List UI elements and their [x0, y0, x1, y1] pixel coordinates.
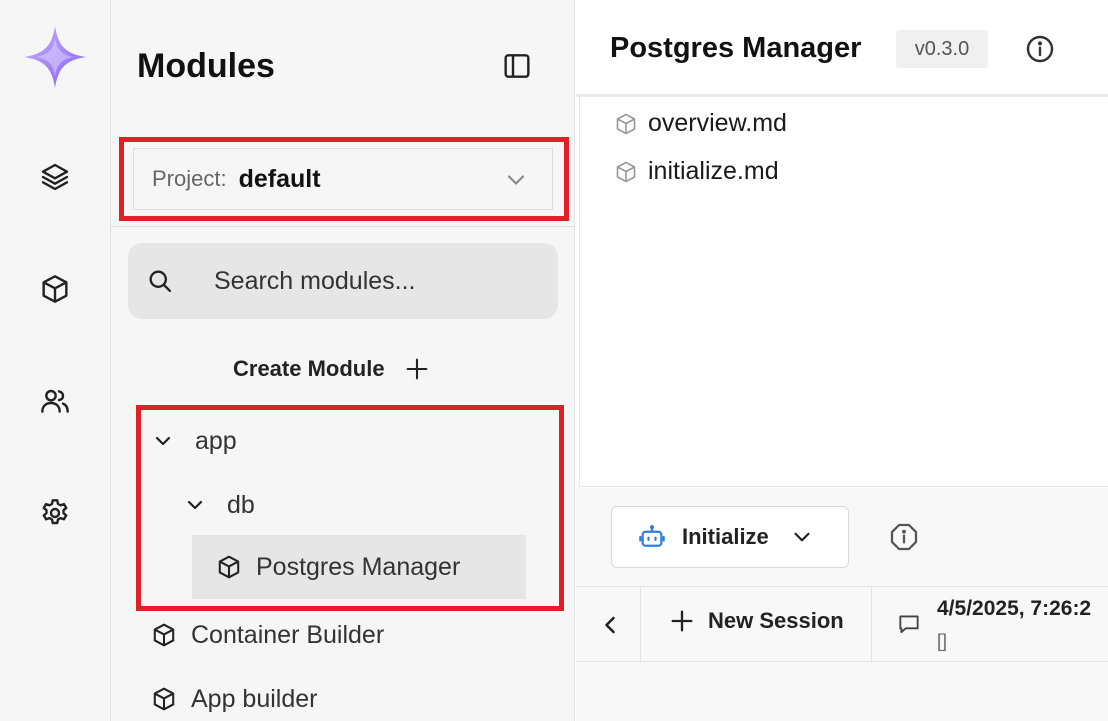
sparkle-logo-icon[interactable]	[22, 24, 88, 90]
info-octagon-icon[interactable]	[888, 521, 920, 553]
chevron-down-icon	[187, 500, 203, 510]
search-icon	[149, 270, 172, 293]
chevron-down-icon	[794, 532, 810, 542]
gear-icon[interactable]	[39, 497, 71, 529]
search-box	[128, 243, 558, 319]
create-module-button[interactable]: Create Module	[233, 350, 431, 388]
plus-icon	[671, 610, 693, 632]
chat-bubble-icon	[899, 615, 919, 634]
project-label: Project:	[152, 166, 227, 191]
tree-label: Container Builder	[191, 620, 385, 649]
chevron-left-icon[interactable]	[596, 611, 624, 639]
tree-module-container-builder[interactable]: Container Builder	[151, 615, 384, 655]
cube-icon	[616, 161, 636, 182]
cube-icon[interactable]	[39, 273, 71, 305]
session-bar: New Session 4/5/2025, 7:26:2 []	[576, 586, 1108, 663]
panel-title: Modules	[137, 47, 275, 85]
tree-label: app	[195, 426, 237, 455]
users-icon[interactable]	[39, 385, 71, 417]
main-panel: Postgres Manager v0.3.0 overview.md init…	[576, 0, 1108, 721]
divider	[640, 587, 641, 663]
layers-icon[interactable]	[39, 161, 71, 193]
project-select[interactable]: Project: default	[133, 148, 553, 210]
new-session-label: New Session	[708, 608, 844, 633]
new-session-button[interactable]: New Session	[668, 607, 844, 635]
doc-label: initialize.md	[648, 157, 779, 185]
bot-icon	[639, 525, 665, 547]
modules-panel: Modules Project: default Create Module a…	[111, 0, 575, 721]
cube-icon	[153, 623, 175, 647]
version-badge: v0.3.0	[896, 30, 988, 68]
session-area: Initialize New Session 4/5/2025, 7:26:2 …	[576, 488, 1108, 721]
sidebar-toggle-icon[interactable]	[501, 50, 533, 82]
cube-icon	[616, 113, 636, 134]
initialize-dropdown-button[interactable]: Initialize	[611, 506, 849, 568]
document-list: overview.md initialize.md	[579, 97, 1108, 487]
tree-folder-app[interactable]: app	[151, 421, 237, 461]
chevron-down-icon	[507, 175, 525, 185]
plus-icon	[406, 358, 427, 380]
divider	[111, 226, 575, 227]
tree-label: Postgres Manager	[256, 552, 461, 581]
doc-item-initialize[interactable]: initialize.md	[614, 157, 779, 186]
tree-label: App builder	[191, 684, 318, 713]
page-title: Postgres Manager	[610, 32, 862, 64]
cube-icon	[153, 687, 175, 711]
session-timestamp[interactable]: 4/5/2025, 7:26:2	[937, 597, 1091, 621]
chevron-down-icon	[155, 436, 171, 446]
search-input[interactable]	[214, 261, 534, 301]
tree-label: db	[227, 490, 255, 519]
tree-module-postgres-manager[interactable]: Postgres Manager	[192, 535, 526, 599]
tree-module-app-builder[interactable]: App builder	[151, 679, 317, 719]
icon-rail	[0, 0, 111, 721]
info-icon[interactable]	[1024, 33, 1056, 65]
doc-label: overview.md	[648, 109, 787, 137]
doc-item-overview[interactable]: overview.md	[614, 109, 787, 138]
divider	[871, 587, 872, 663]
session-preview: []	[937, 631, 948, 651]
tree-folder-db[interactable]: db	[183, 485, 255, 525]
project-value: default	[238, 164, 321, 193]
initialize-label: Initialize	[682, 524, 769, 549]
create-module-label: Create Module	[233, 356, 385, 381]
cube-icon	[218, 555, 240, 579]
